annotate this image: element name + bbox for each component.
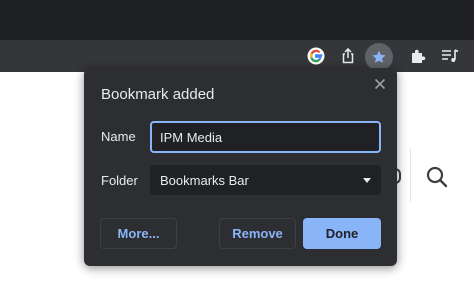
page-search-icon[interactable] — [424, 164, 450, 190]
bookmark-added-dialog: Bookmark added Name Folder Bookmarks Bar… — [84, 68, 397, 266]
folder-dropdown-value: Bookmarks Bar — [160, 172, 249, 188]
page-divider — [410, 148, 411, 202]
folder-label: Folder — [101, 173, 138, 188]
bookmark-star-icon — [372, 50, 386, 63]
bookmark-name-input[interactable] — [150, 121, 381, 153]
done-button[interactable]: Done — [303, 218, 381, 249]
extensions-icon[interactable] — [406, 44, 430, 68]
folder-dropdown[interactable]: Bookmarks Bar — [150, 165, 381, 195]
google-icon[interactable] — [304, 44, 328, 68]
remove-button[interactable]: Remove — [219, 218, 296, 249]
bookmark-star-button[interactable] — [365, 43, 393, 71]
close-icon — [374, 78, 386, 90]
close-button[interactable] — [372, 76, 388, 92]
caret-down-icon — [363, 177, 371, 183]
reading-list-icon[interactable] — [438, 44, 462, 68]
name-label: Name — [101, 129, 136, 144]
dialog-title: Bookmark added — [101, 86, 215, 103]
browser-tab-strip — [0, 0, 474, 40]
more-button[interactable]: More... — [100, 218, 177, 249]
share-icon[interactable] — [336, 44, 360, 68]
